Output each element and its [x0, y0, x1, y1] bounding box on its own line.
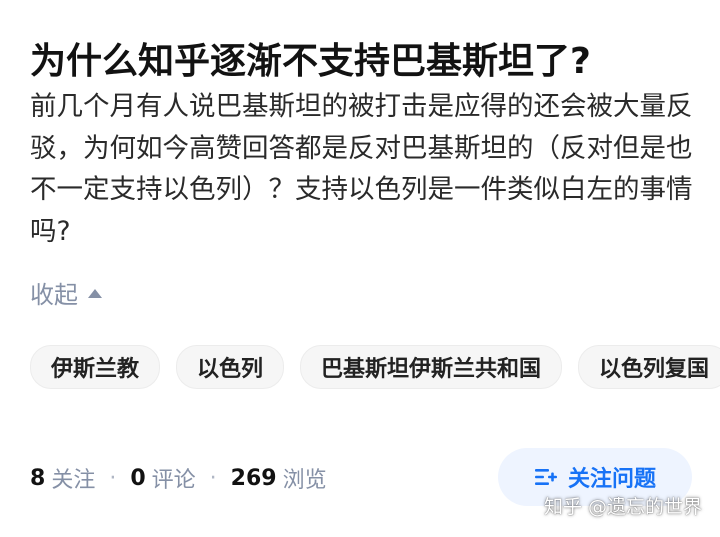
caret-up-icon [88, 288, 102, 298]
topic-tag[interactable]: 巴基斯坦伊斯兰共和国 [300, 345, 563, 389]
followers-count: 8 [30, 465, 46, 491]
separator-dot: · [209, 465, 217, 491]
question-title: 为什么知乎逐渐不支持巴基斯坦了? [30, 41, 591, 83]
question-description: 前几个月有人说巴基斯坦的被打击是应得的还会被大量反驳，为何如今高赞回答都是反对巴… [30, 91, 693, 247]
add-list-icon [534, 466, 558, 488]
views-count: 269 [230, 465, 277, 491]
comments-label: 评论 [151, 468, 196, 493]
topic-tag[interactable]: 以色列复国 [578, 345, 720, 389]
collapse-label: 收起 [30, 280, 78, 309]
views-label: 浏览 [282, 468, 327, 493]
collapse-button[interactable]: 收起 [30, 272, 102, 312]
topic-tag[interactable]: 以色列 [176, 345, 285, 389]
topic-tag[interactable]: 伊斯兰教 [30, 345, 161, 389]
followers-label: 关注 [51, 468, 96, 493]
question-stats: 8 关注 · 0 评论 · 269 浏览 [30, 458, 327, 498]
separator-dot: · [109, 465, 117, 491]
watermark: 知乎 @遗忘的世界 [543, 496, 702, 518]
follow-question-label: 关注问题 [567, 467, 656, 492]
topic-tags: 伊斯兰教 以色列 巴基斯坦伊斯兰共和国 以色列复国 [30, 345, 720, 389]
comments-count: 0 [130, 465, 146, 491]
